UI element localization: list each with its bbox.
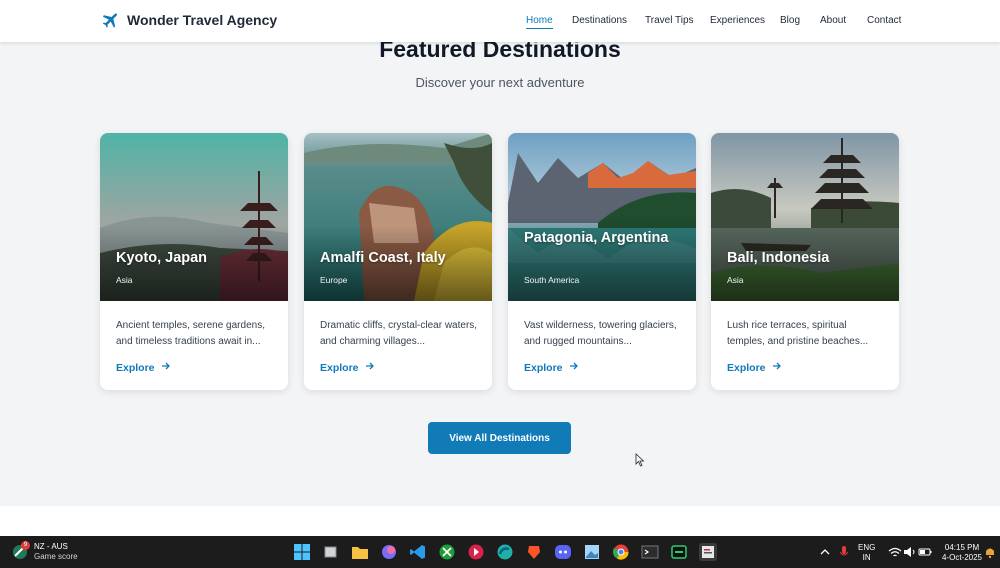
- nav-contact[interactable]: Contact: [867, 15, 901, 26]
- destination-card-kyoto[interactable]: Kyoto, Japan Asia Ancient temples, seren…: [100, 133, 288, 390]
- card-title: Kyoto, Japan: [116, 250, 208, 266]
- card-title: Patagonia, Argentina: [524, 230, 669, 246]
- destination-card-bali[interactable]: Bali, Indonesia Asia Lush rice terraces,…: [711, 133, 899, 390]
- clock-time: 04:15 PM: [944, 543, 980, 552]
- nav-experiences[interactable]: Experiences: [710, 15, 765, 26]
- card-description: Lush rice terraces, spiritual temples, a…: [727, 320, 869, 347]
- explore-link[interactable]: Explore: [524, 361, 579, 374]
- card-title: Amalfi Coast, Italy: [320, 250, 446, 266]
- nav-blog[interactable]: Blog: [780, 15, 800, 26]
- explore-link[interactable]: Explore: [116, 361, 171, 374]
- destination-card-patagonia[interactable]: Patagonia, Argentina South America Vast …: [508, 133, 696, 390]
- card-region: Asia: [727, 275, 744, 285]
- weather-subtitle: Game score: [34, 552, 78, 561]
- copilot-icon[interactable]: [380, 543, 398, 561]
- card-description: Vast wilderness, towering glaciers, and …: [524, 320, 677, 347]
- file-explorer-icon[interactable]: [351, 543, 369, 561]
- nav-home[interactable]: Home: [526, 15, 553, 29]
- weather-widget[interactable]: 9 NZ - AUS Game score: [12, 541, 78, 562]
- notification-badge: 9: [21, 541, 30, 550]
- battery-icon[interactable]: [916, 543, 934, 561]
- explore-label: Explore: [116, 361, 155, 374]
- site-header: Wonder Travel Agency Home Destinations T…: [0, 0, 1000, 42]
- mouse-cursor-icon: [635, 453, 645, 472]
- card-title: Bali, Indonesia: [727, 250, 830, 266]
- terminal-icon[interactable]: [641, 543, 659, 561]
- arrow-right-icon: [365, 361, 375, 374]
- brand[interactable]: Wonder Travel Agency: [101, 10, 277, 30]
- nav-about[interactable]: About: [820, 15, 846, 26]
- media-player-icon[interactable]: [467, 543, 485, 561]
- xbox-icon[interactable]: [438, 543, 456, 561]
- arrow-right-icon: [569, 361, 579, 374]
- windows-taskbar: 9 NZ - AUS Game score ENG IN 04:15 PM 4-…: [0, 536, 1000, 568]
- brave-browser-icon[interactable]: [525, 543, 543, 561]
- language-indicator[interactable]: ENG IN: [858, 543, 875, 563]
- cricket-icon: 9: [12, 541, 30, 560]
- explore-link[interactable]: Explore: [727, 361, 782, 374]
- nav-travel-tips[interactable]: Travel Tips: [645, 15, 694, 26]
- clock[interactable]: 04:15 PM 4-Oct-2025: [938, 543, 986, 563]
- section-subtitle: Discover your next adventure: [415, 75, 585, 90]
- language-code: ENG: [858, 543, 876, 552]
- language-region: IN: [862, 553, 871, 562]
- task-view-icon[interactable]: [322, 543, 340, 561]
- microphone-icon[interactable]: [835, 543, 853, 561]
- card-region: Europe: [320, 275, 348, 285]
- windows-start-icon[interactable]: [293, 543, 311, 561]
- brand-name: Wonder Travel Agency: [127, 12, 278, 28]
- explore-label: Explore: [524, 361, 563, 374]
- arrow-right-icon: [772, 361, 782, 374]
- edge-browser-icon[interactable]: [496, 543, 514, 561]
- view-all-destinations-button[interactable]: View All Destinations: [428, 422, 571, 454]
- clock-date: 4-Oct-2025: [941, 553, 983, 562]
- explore-label: Explore: [727, 361, 766, 374]
- card-region: Asia: [116, 275, 133, 285]
- airplane-icon: [101, 10, 121, 30]
- notification-bell-icon[interactable]: [984, 543, 996, 561]
- destination-card-amalfi[interactable]: Amalfi Coast, Italy Europe Dramatic clif…: [304, 133, 492, 390]
- card-region: South America: [524, 275, 580, 285]
- app-green-terminal-icon[interactable]: [670, 543, 688, 561]
- card-description: Ancient temples, serene gardens, and tim…: [116, 320, 265, 347]
- photos-icon[interactable]: [583, 543, 601, 561]
- weather-title: NZ - AUS: [34, 542, 68, 551]
- explore-label: Explore: [320, 361, 359, 374]
- nav-destinations[interactable]: Destinations: [572, 15, 627, 26]
- vscode-icon[interactable]: [409, 543, 427, 561]
- chevron-up-icon[interactable]: [816, 543, 834, 561]
- arrow-right-icon: [161, 361, 171, 374]
- active-app-icon[interactable]: [699, 543, 717, 561]
- chrome-icon[interactable]: [612, 543, 630, 561]
- card-description: Dramatic cliffs, crystal-clear waters, a…: [320, 320, 478, 347]
- footer-strip: [0, 506, 1000, 536]
- explore-link[interactable]: Explore: [320, 361, 375, 374]
- discord-icon[interactable]: [554, 543, 572, 561]
